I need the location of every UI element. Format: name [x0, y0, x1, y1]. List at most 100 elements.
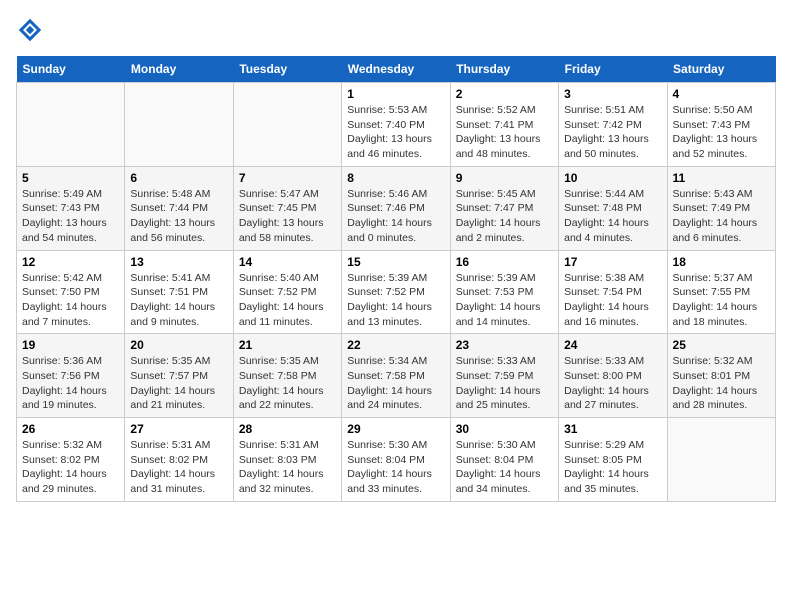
day-info: Sunrise: 5:35 AM Sunset: 7:58 PM Dayligh… — [239, 354, 336, 413]
weekday-header: Wednesday — [342, 56, 450, 83]
day-number: 4 — [673, 87, 770, 101]
day-info: Sunrise: 5:49 AM Sunset: 7:43 PM Dayligh… — [22, 187, 119, 246]
day-number: 22 — [347, 338, 444, 352]
day-number: 2 — [456, 87, 553, 101]
day-info: Sunrise: 5:39 AM Sunset: 7:53 PM Dayligh… — [456, 271, 553, 330]
day-number: 6 — [130, 171, 227, 185]
calendar-cell: 31Sunrise: 5:29 AM Sunset: 8:05 PM Dayli… — [559, 418, 667, 502]
day-info: Sunrise: 5:50 AM Sunset: 7:43 PM Dayligh… — [673, 103, 770, 162]
day-number: 31 — [564, 422, 661, 436]
calendar-cell: 23 Sunrise: 5:33 AM Sunset: 7:59 PM Dayli… — [450, 334, 558, 418]
logo — [16, 16, 48, 44]
day-info: Sunrise: 5:30 AM Sunset: 8:04 PM Dayligh… — [456, 438, 553, 497]
calendar-week-row: 1 Sunrise: 5:53 AM Sunset: 7:40 PM Daylig… — [17, 83, 776, 167]
weekday-header-row: SundayMondayTuesdayWednesdayThursdayFrid… — [17, 56, 776, 83]
calendar-cell: 7Sunrise: 5:47 AM Sunset: 7:45 PM Daylig… — [233, 166, 341, 250]
calendar-cell: 17 Sunrise: 5:38 AM Sunset: 7:54 PM Dayli… — [559, 250, 667, 334]
calendar-cell: 30 Sunrise: 5:30 AM Sunset: 8:04 PM Dayli… — [450, 418, 558, 502]
calendar-cell: 4 Sunrise: 5:50 AM Sunset: 7:43 PM Daylig… — [667, 83, 775, 167]
day-number: 29 — [347, 422, 444, 436]
day-number: 8 — [347, 171, 444, 185]
calendar-week-row: 12Sunrise: 5:42 AM Sunset: 7:50 PM Dayli… — [17, 250, 776, 334]
calendar-cell: 6 Sunrise: 5:48 AM Sunset: 7:44 PM Daylig… — [125, 166, 233, 250]
day-info: Sunrise: 5:33 AM Sunset: 7:59 PM Dayligh… — [456, 354, 553, 413]
calendar-cell: 18 Sunrise: 5:37 AM Sunset: 7:55 PM Dayli… — [667, 250, 775, 334]
calendar-cell: 15Sunrise: 5:39 AM Sunset: 7:52 PM Dayli… — [342, 250, 450, 334]
calendar-cell: 19 Sunrise: 5:36 AM Sunset: 7:56 PM Dayli… — [17, 334, 125, 418]
day-info: Sunrise: 5:37 AM Sunset: 7:55 PM Dayligh… — [673, 271, 770, 330]
day-info: Sunrise: 5:40 AM Sunset: 7:52 PM Dayligh… — [239, 271, 336, 330]
calendar-cell — [125, 83, 233, 167]
weekday-header: Thursday — [450, 56, 558, 83]
day-number: 17 — [564, 255, 661, 269]
day-info: Sunrise: 5:32 AM Sunset: 8:02 PM Dayligh… — [22, 438, 119, 497]
calendar-cell: 14 Sunrise: 5:40 AM Sunset: 7:52 PM Dayli… — [233, 250, 341, 334]
day-number: 14 — [239, 255, 336, 269]
day-number: 16 — [456, 255, 553, 269]
day-number: 9 — [456, 171, 553, 185]
day-number: 30 — [456, 422, 553, 436]
calendar-cell: 27Sunrise: 5:31 AM Sunset: 8:02 PM Dayli… — [125, 418, 233, 502]
day-number: 1 — [347, 87, 444, 101]
day-number: 5 — [22, 171, 119, 185]
day-info: Sunrise: 5:44 AM Sunset: 7:48 PM Dayligh… — [564, 187, 661, 246]
day-number: 13 — [130, 255, 227, 269]
day-info: Sunrise: 5:34 AM Sunset: 7:58 PM Dayligh… — [347, 354, 444, 413]
weekday-header: Tuesday — [233, 56, 341, 83]
day-info: Sunrise: 5:46 AM Sunset: 7:46 PM Dayligh… — [347, 187, 444, 246]
calendar-cell: 20 Sunrise: 5:35 AM Sunset: 7:57 PM Dayli… — [125, 334, 233, 418]
day-info: Sunrise: 5:43 AM Sunset: 7:49 PM Dayligh… — [673, 187, 770, 246]
weekday-header: Saturday — [667, 56, 775, 83]
day-info: Sunrise: 5:52 AM Sunset: 7:41 PM Dayligh… — [456, 103, 553, 162]
day-number: 15 — [347, 255, 444, 269]
calendar-cell: 28 Sunrise: 5:31 AM Sunset: 8:03 PM Dayli… — [233, 418, 341, 502]
day-number: 26 — [22, 422, 119, 436]
weekday-header: Sunday — [17, 56, 125, 83]
day-number: 23 — [456, 338, 553, 352]
day-info: Sunrise: 5:36 AM Sunset: 7:56 PM Dayligh… — [22, 354, 119, 413]
day-info: Sunrise: 5:53 AM Sunset: 7:40 PM Dayligh… — [347, 103, 444, 162]
day-info: Sunrise: 5:38 AM Sunset: 7:54 PM Dayligh… — [564, 271, 661, 330]
day-number: 25 — [673, 338, 770, 352]
page-header — [16, 16, 776, 44]
day-number: 20 — [130, 338, 227, 352]
day-info: Sunrise: 5:35 AM Sunset: 7:57 PM Dayligh… — [130, 354, 227, 413]
calendar-cell: 8 Sunrise: 5:46 AM Sunset: 7:46 PM Daylig… — [342, 166, 450, 250]
calendar-cell — [667, 418, 775, 502]
calendar-cell: 26 Sunrise: 5:32 AM Sunset: 8:02 PM Dayli… — [17, 418, 125, 502]
day-number: 11 — [673, 171, 770, 185]
calendar-cell — [17, 83, 125, 167]
day-number: 28 — [239, 422, 336, 436]
weekday-header: Friday — [559, 56, 667, 83]
day-info: Sunrise: 5:48 AM Sunset: 7:44 PM Dayligh… — [130, 187, 227, 246]
calendar-cell: 22 Sunrise: 5:34 AM Sunset: 7:58 PM Dayli… — [342, 334, 450, 418]
day-info: Sunrise: 5:42 AM Sunset: 7:50 PM Dayligh… — [22, 271, 119, 330]
calendar-cell: 21 Sunrise: 5:35 AM Sunset: 7:58 PM Dayli… — [233, 334, 341, 418]
calendar-cell: 29 Sunrise: 5:30 AM Sunset: 8:04 PM Dayli… — [342, 418, 450, 502]
day-number: 27 — [130, 422, 227, 436]
day-number: 19 — [22, 338, 119, 352]
day-number: 21 — [239, 338, 336, 352]
calendar-cell: 24 Sunrise: 5:33 AM Sunset: 8:00 PM Dayli… — [559, 334, 667, 418]
calendar-cell: 13 Sunrise: 5:41 AM Sunset: 7:51 PM Dayli… — [125, 250, 233, 334]
calendar-cell — [233, 83, 341, 167]
logo-icon — [16, 16, 44, 44]
day-info: Sunrise: 5:41 AM Sunset: 7:51 PM Dayligh… — [130, 271, 227, 330]
day-info: Sunrise: 5:30 AM Sunset: 8:04 PM Dayligh… — [347, 438, 444, 497]
calendar-cell: 16 Sunrise: 5:39 AM Sunset: 7:53 PM Dayli… — [450, 250, 558, 334]
calendar-cell: 9 Sunrise: 5:45 AM Sunset: 7:47 PM Daylig… — [450, 166, 558, 250]
day-info: Sunrise: 5:31 AM Sunset: 8:03 PM Dayligh… — [239, 438, 336, 497]
day-info: Sunrise: 5:33 AM Sunset: 8:00 PM Dayligh… — [564, 354, 661, 413]
day-number: 18 — [673, 255, 770, 269]
calendar-week-row: 19 Sunrise: 5:36 AM Sunset: 7:56 PM Dayli… — [17, 334, 776, 418]
weekday-header: Monday — [125, 56, 233, 83]
day-number: 24 — [564, 338, 661, 352]
calendar-cell: 10Sunrise: 5:44 AM Sunset: 7:48 PM Dayli… — [559, 166, 667, 250]
calendar-cell: 2 Sunrise: 5:52 AM Sunset: 7:41 PM Daylig… — [450, 83, 558, 167]
calendar-week-row: 5 Sunrise: 5:49 AM Sunset: 7:43 PM Daylig… — [17, 166, 776, 250]
calendar-cell: 12Sunrise: 5:42 AM Sunset: 7:50 PM Dayli… — [17, 250, 125, 334]
day-info: Sunrise: 5:45 AM Sunset: 7:47 PM Dayligh… — [456, 187, 553, 246]
calendar-cell: 25Sunrise: 5:32 AM Sunset: 8:01 PM Dayli… — [667, 334, 775, 418]
calendar: SundayMondayTuesdayWednesdayThursdayFrid… — [16, 56, 776, 502]
day-number: 3 — [564, 87, 661, 101]
